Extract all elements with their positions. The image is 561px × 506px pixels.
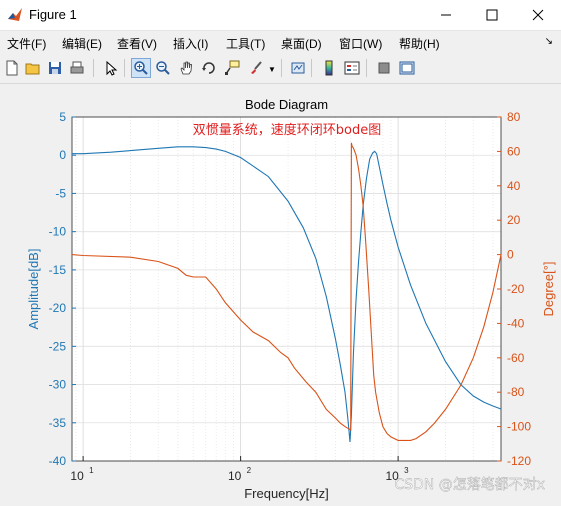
link-plot-icon[interactable] bbox=[288, 58, 308, 78]
hide-plot-tools-icon[interactable] bbox=[374, 58, 394, 78]
legend-icon[interactable] bbox=[342, 58, 362, 78]
y-left-tick-label: -35 bbox=[49, 416, 67, 430]
new-figure-icon[interactable] bbox=[2, 58, 22, 78]
zoom-out-icon[interactable] bbox=[153, 58, 173, 78]
brush-icon[interactable] bbox=[246, 58, 266, 78]
x-axis-label: Frequency[Hz] bbox=[244, 486, 329, 501]
menu-file[interactable]: 文件(F) bbox=[7, 35, 46, 52]
toolbar-separator bbox=[93, 59, 94, 77]
y-left-tick-label: 0 bbox=[59, 148, 66, 162]
chart-title: Bode Diagram bbox=[245, 97, 328, 112]
menu-insert[interactable]: 插入(I) bbox=[173, 35, 208, 52]
y-right-tick-label: -40 bbox=[507, 316, 525, 330]
y-right-axis-label: Degree[°] bbox=[541, 261, 556, 316]
y-right-tick-label: -100 bbox=[507, 420, 531, 434]
toolbar: ▼ bbox=[0, 55, 561, 84]
minimize-icon bbox=[441, 14, 451, 16]
menu-window[interactable]: 窗口(W) bbox=[339, 35, 382, 52]
plot-area bbox=[72, 117, 501, 461]
maximize-button[interactable] bbox=[469, 0, 515, 30]
pan-icon[interactable] bbox=[176, 58, 196, 78]
y-left-tick-label: -25 bbox=[49, 339, 67, 353]
rotate-3d-icon[interactable] bbox=[199, 58, 219, 78]
x-tick-label: 10 bbox=[70, 469, 84, 483]
figure-canvas: 5 0 -5 -10 -15 -20 -25 -30 -35 -40 80 60 40 20 0 -20 -40… bbox=[0, 84, 561, 506]
brush-dropdown-icon[interactable]: ▼ bbox=[268, 65, 276, 74]
y-right-tick-label: -120 bbox=[507, 454, 531, 468]
y-right-tick-label: -20 bbox=[507, 282, 525, 296]
y-left-axis-label: Amplitude[dB] bbox=[26, 249, 41, 330]
open-file-icon[interactable] bbox=[23, 58, 43, 78]
x-tick-label-exponent: 1 bbox=[89, 466, 94, 475]
maximize-icon bbox=[486, 9, 498, 21]
x-tick-label-exponent: 2 bbox=[247, 466, 252, 475]
print-icon[interactable] bbox=[67, 58, 87, 78]
toolbar-separator bbox=[311, 59, 312, 77]
y-right-tick-label: 20 bbox=[507, 213, 521, 227]
y-left-tick-label: -10 bbox=[49, 225, 67, 239]
zoom-in-icon[interactable] bbox=[131, 58, 151, 78]
toolbar-separator bbox=[124, 59, 125, 77]
menu-edit[interactable]: 编辑(E) bbox=[62, 35, 102, 52]
y-left-tick-label: -5 bbox=[55, 186, 66, 200]
y-right-tick-label: -60 bbox=[507, 351, 525, 365]
menu-help[interactable]: 帮助(H) bbox=[399, 35, 440, 52]
save-icon[interactable] bbox=[45, 58, 65, 78]
y-left-tick-label: -20 bbox=[49, 301, 67, 315]
menu-desktop[interactable]: 桌面(D) bbox=[281, 35, 322, 52]
bode-plot[interactable]: 5 0 -5 -10 -15 -20 -25 -30 -35 -40 80 60 40 20 0 -20 -40… bbox=[0, 84, 561, 506]
pointer-icon[interactable] bbox=[101, 58, 121, 78]
data-cursor-icon[interactable] bbox=[222, 58, 242, 78]
toolbar-separator bbox=[281, 59, 282, 77]
close-icon bbox=[532, 9, 544, 21]
x-tick-label: 10 bbox=[228, 469, 242, 483]
matlab-icon bbox=[8, 8, 22, 21]
menu-tools[interactable]: 工具(T) bbox=[226, 35, 265, 52]
y-right-tick-label: 40 bbox=[507, 179, 521, 193]
menu-view[interactable]: 查看(V) bbox=[117, 35, 157, 52]
y-right-tick-label: 60 bbox=[507, 144, 521, 158]
title-bar: Figure 1 bbox=[0, 0, 561, 31]
y-left-tick-label: -30 bbox=[49, 378, 67, 392]
y-left-tick-label: 5 bbox=[59, 110, 66, 124]
menu-bar: 文件(F) 编辑(E) 查看(V) 插入(I) 工具(T) 桌面(D) 窗口(W… bbox=[0, 31, 561, 54]
y-right-tick-label: 0 bbox=[507, 248, 514, 262]
close-button[interactable] bbox=[515, 0, 561, 30]
toolbar-separator bbox=[366, 59, 367, 77]
chart-annotation: 双惯量系统，速度环闭环bode图 bbox=[193, 122, 381, 138]
y-left-tick-label: -15 bbox=[49, 263, 67, 277]
y-right-tick-label: -80 bbox=[507, 385, 525, 399]
colorbar-icon[interactable] bbox=[319, 58, 339, 78]
y-left-tick-label: -40 bbox=[49, 454, 67, 468]
window-title: Figure 1 bbox=[29, 7, 77, 22]
minimize-button[interactable] bbox=[423, 0, 469, 30]
x-tick-label-exponent: 3 bbox=[404, 466, 409, 475]
show-plot-tools-icon[interactable] bbox=[397, 58, 417, 78]
watermark: CSDN @怎落笔都不对x bbox=[394, 477, 545, 493]
y-right-tick-label: 80 bbox=[507, 110, 521, 124]
menu-dock-arrow-icon[interactable]: ↘ bbox=[545, 36, 553, 47]
